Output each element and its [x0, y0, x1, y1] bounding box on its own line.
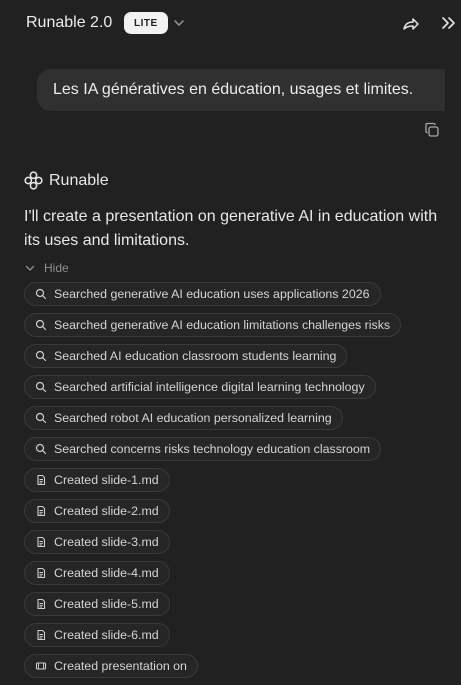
step-chip[interactable]: Created presentation on — [24, 654, 198, 678]
step-label: Created slide-4.md — [54, 566, 159, 580]
runable-logo-icon — [24, 171, 43, 190]
file-icon — [37, 629, 46, 641]
plan-badge[interactable]: LITE — [124, 12, 168, 34]
search-icon — [35, 350, 47, 362]
step-label: Searched artificial intelligence digital… — [54, 380, 365, 394]
chevron-down-icon[interactable] — [172, 16, 186, 30]
user-message-bubble: Les IA génératives en éducation, usages … — [37, 69, 445, 111]
step-label: Searched concerns risks technology educa… — [54, 442, 371, 456]
hide-label: Hide — [44, 261, 69, 275]
step-chip[interactable]: Created slide-5.md — [24, 592, 170, 616]
step-chip[interactable]: Created slide-1.md — [24, 468, 170, 492]
step-chip[interactable]: Searched generative AI education uses ap… — [24, 282, 381, 306]
search-icon — [35, 288, 47, 300]
presentation-icon — [35, 662, 47, 670]
search-icon — [35, 319, 47, 331]
agent-reply: I'll create a presentation on generative… — [24, 208, 438, 249]
search-icon — [35, 381, 47, 393]
step-label: Searched robot AI education personalized… — [54, 411, 332, 425]
step-chip[interactable]: Searched concerns risks technology educa… — [24, 437, 382, 461]
step-label: Searched AI education classroom students… — [54, 349, 337, 363]
copy-icon[interactable] — [424, 122, 440, 138]
file-icon — [37, 598, 46, 610]
file-icon — [37, 567, 46, 579]
top-bar: Runable 2.0 LITE — [0, 0, 461, 48]
hide-toggle[interactable]: Hide — [24, 261, 69, 275]
user-message-text: Les IA génératives en éducation, usages … — [53, 81, 414, 98]
step-label: Created presentation on — [54, 659, 187, 673]
step-chip[interactable]: Searched AI education classroom students… — [24, 344, 348, 368]
search-icon — [35, 443, 47, 455]
search-icon — [35, 412, 47, 424]
chevron-down-icon — [25, 265, 35, 271]
step-chip[interactable]: Searched artificial intelligence digital… — [24, 375, 376, 399]
step-label: Created slide-1.md — [54, 473, 159, 487]
step-label: Searched generative AI education uses ap… — [54, 287, 370, 301]
step-chip[interactable]: Searched robot AI education personalized… — [24, 406, 343, 430]
file-icon — [37, 474, 46, 486]
share-icon[interactable] — [402, 15, 420, 33]
step-label: Created slide-5.md — [54, 597, 159, 611]
agent-name: Runable — [49, 171, 109, 189]
file-icon — [37, 505, 46, 517]
step-label: Searched generative AI education limitat… — [54, 318, 391, 332]
collapse-icon[interactable] — [440, 15, 456, 31]
step-chip[interactable]: Created slide-2.md — [24, 499, 170, 523]
file-icon — [37, 536, 46, 548]
step-chip[interactable]: Searched generative AI education limitat… — [24, 313, 402, 337]
step-chip[interactable]: Created slide-4.md — [24, 561, 170, 585]
step-chip[interactable]: Created slide-6.md — [24, 623, 170, 647]
step-chip[interactable]: Created slide-3.md — [24, 530, 170, 554]
step-label: Created slide-3.md — [54, 535, 159, 549]
step-label: Created slide-2.md — [54, 504, 159, 518]
activity-steps: Searched generative AI education uses ap… — [24, 282, 402, 685]
agent-header: Runable — [24, 171, 109, 190]
step-label: Created slide-6.md — [54, 628, 159, 642]
app-title: Runable 2.0 — [26, 14, 113, 31]
